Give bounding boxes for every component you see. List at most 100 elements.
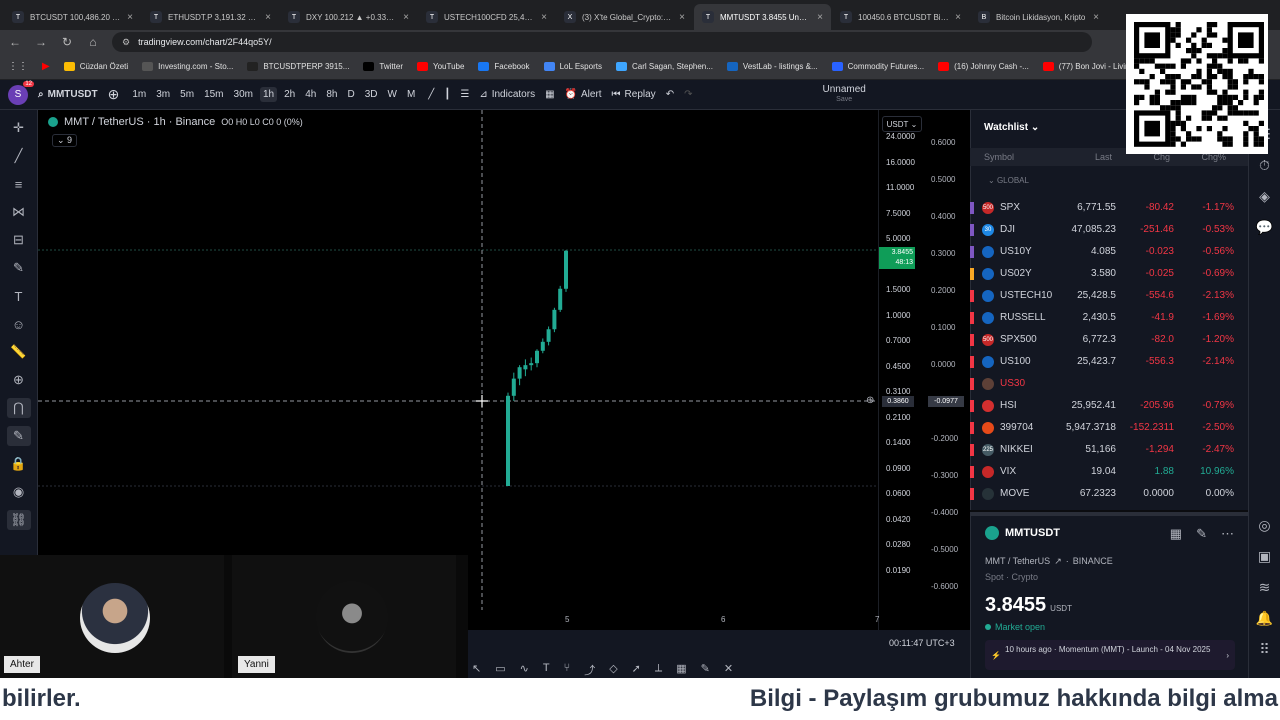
timeframe-m[interactable]: M — [404, 87, 418, 102]
arrow-icon[interactable]: ➚ — [632, 662, 641, 678]
compare-add-icon[interactable]: ⊕ — [108, 86, 120, 103]
site-info-icon[interactable]: ⚙ — [122, 37, 130, 48]
grid-view-icon[interactable]: ▦ — [1170, 526, 1182, 542]
ruler-icon[interactable]: 📏 — [7, 342, 31, 362]
bookmark-item[interactable]: YouTube — [416, 62, 464, 71]
magnet-icon[interactable]: ⋂ — [6, 398, 31, 418]
time-axis[interactable]: 5 6 7 — [468, 612, 879, 630]
watchlist-row[interactable]: MOVE 67.2323 0.0000 0.00% — [970, 483, 1248, 505]
timeframe-w[interactable]: W — [385, 87, 400, 102]
news-item[interactable]: ⚡ 10 hours ago · Momentum (MMT) - Launch… — [985, 640, 1235, 670]
price-axis[interactable]: 24.000016.000011.00007.50005.00002.30001… — [878, 110, 970, 630]
templates-icon[interactable]: ▦ — [545, 89, 554, 100]
watchlist-row[interactable]: US10Y 4.085 -0.023 -0.56% — [970, 241, 1248, 263]
emoji-icon[interactable]: ☺ — [7, 314, 31, 334]
edit-icon[interactable]: ✎ — [1196, 526, 1207, 542]
fib-icon[interactable]: ≡ — [7, 174, 31, 194]
crosshair-icon[interactable]: ✛ — [7, 118, 31, 138]
detail-symbol[interactable]: MMTUSDT — [1005, 527, 1060, 539]
bookmark-item[interactable]: VestLab - listings &... — [726, 62, 818, 71]
link-icon[interactable]: ⛓ — [6, 510, 31, 530]
bookmark-item[interactable]: BTCUSDTPERP 3915... — [247, 62, 349, 71]
close-tab-icon[interactable]: × — [955, 12, 961, 23]
watchlist-row[interactable]: US100 25,423.7 -556.3 -2.14% — [970, 351, 1248, 373]
browser-tab[interactable]: T USTECH100CFD 25,428.5 × — [418, 4, 555, 30]
browser-tab[interactable]: T DXY 100.212 ▲ +0.33% U × — [280, 4, 417, 30]
watchlist-row[interactable]: 225 NIKKEI 51,166 -1,294 -2.47% — [970, 439, 1248, 461]
bookmark-item[interactable]: Cüzdan Özeti — [63, 62, 128, 71]
close-tab-icon[interactable]: × — [541, 12, 547, 23]
bookmark-item[interactable]: Commodity Futures... — [831, 62, 924, 71]
timeframe-8h[interactable]: 8h — [323, 87, 340, 102]
close-tab-icon[interactable]: × — [679, 12, 685, 23]
bars-icon[interactable]: ☰ — [460, 89, 469, 100]
timeframe-2h[interactable]: 2h — [281, 87, 298, 102]
close-tab-icon[interactable]: × — [817, 12, 823, 23]
utc-clock[interactable]: 00:11:47 UTC+3 — [889, 638, 955, 648]
chart-canvas[interactable] — [38, 110, 878, 630]
rect-icon[interactable]: ▭ — [495, 662, 505, 678]
bookmark-item[interactable]: (77) Bon Jovi - Livin... — [1042, 62, 1136, 71]
measure-icon[interactable]: ⟂ — [655, 662, 662, 678]
timeframe-15m[interactable]: 15m — [201, 87, 226, 102]
timeframe-4h[interactable]: 4h — [302, 87, 319, 102]
chart-pane[interactable] — [38, 110, 878, 630]
timeframe-1m[interactable]: 1m — [129, 87, 149, 102]
currency-select[interactable]: USDT ⌄ — [882, 116, 922, 132]
grid-icon[interactable]: ▦ — [676, 662, 686, 678]
stay-drawing-icon[interactable]: ✎ — [6, 426, 31, 446]
bookmark-item[interactable]: (16) Johnny Cash -... — [938, 62, 1029, 71]
timeframe-5m[interactable]: 5m — [177, 87, 197, 102]
delete-icon[interactable]: ✕ — [724, 662, 733, 678]
external-link-icon[interactable]: ↗ — [1054, 556, 1062, 567]
indicators-collapse[interactable]: ⌄ 9 — [52, 134, 78, 147]
path-icon[interactable]: ⤴ — [584, 662, 595, 678]
forecast-icon[interactable]: ⊟ — [7, 230, 31, 250]
signal-icon[interactable]: ≋ — [1259, 579, 1271, 596]
bell-icon[interactable]: 🔔 — [1256, 610, 1273, 627]
watchlist-row[interactable]: US30 — [970, 373, 1248, 395]
shape-icon[interactable]: ◇ — [609, 662, 617, 678]
close-tab-icon[interactable]: × — [265, 12, 271, 23]
watchlist-row[interactable]: 500 SPX500 6,772.3 -82.0 -1.20% — [970, 329, 1248, 351]
bookmark-item[interactable]: Twitter — [363, 62, 403, 71]
url-field[interactable]: ⚙ tradingview.com/chart/2F44qo5Y/ — [112, 32, 1092, 52]
brush-icon[interactable]: ✎ — [701, 662, 710, 678]
home-icon[interactable]: ⌂ — [86, 35, 100, 49]
back-icon[interactable]: ← — [8, 35, 22, 49]
timeframe-30m[interactable]: 30m — [231, 87, 256, 102]
symbol-search[interactable]: ⌕ MMTUSDT — [38, 89, 98, 100]
watchlist-row[interactable]: VIX 19.04 1.88 10.96% — [970, 461, 1248, 483]
alerts-clock-icon[interactable]: ⏱ — [1259, 157, 1270, 174]
browser-tab[interactable]: T ETHUSDT.P 3,191.32 ▼ - × — [142, 4, 279, 30]
lock-icon[interactable]: 🔒 — [7, 454, 31, 474]
watchlist-row[interactable]: 500 SPX 6,771.55 -80.42 -1.17% — [970, 197, 1248, 219]
timeframe-3m[interactable]: 3m — [153, 87, 173, 102]
chat-icon[interactable]: 💬 — [1256, 219, 1273, 236]
close-tab-icon[interactable]: × — [1093, 12, 1099, 23]
forward-icon[interactable]: → — [34, 35, 48, 49]
calendar-icon[interactable]: ▣ — [1258, 548, 1271, 565]
apps-grid-icon[interactable]: ⠿ — [1259, 641, 1269, 658]
chart-type-icon[interactable]: ╱ — [428, 89, 434, 100]
timeframe-1h[interactable]: 1h — [259, 87, 278, 102]
text-tool-icon[interactable]: T — [543, 662, 550, 678]
add-alert-icon[interactable]: ⊕ — [866, 395, 874, 406]
youtube-bookmark-icon[interactable]: ▶ — [42, 61, 50, 72]
apps-icon[interactable]: ⋮⋮ — [8, 61, 28, 72]
fork-icon[interactable]: ⑂ — [564, 662, 571, 678]
browser-tab[interactable]: T BTCUSDT 100,486.20 ▼ - × — [4, 4, 141, 30]
redo-icon[interactable]: ↷ — [684, 89, 692, 100]
more-icon[interactable]: ⋯ — [1221, 526, 1234, 542]
close-tab-icon[interactable]: × — [127, 12, 133, 23]
reload-icon[interactable]: ↻ — [60, 35, 74, 49]
trendline-icon[interactable]: ╱ — [7, 146, 31, 166]
undo-icon[interactable]: ↶ — [666, 89, 674, 100]
brush-icon[interactable]: ✎ — [7, 258, 31, 278]
close-tab-icon[interactable]: × — [403, 12, 409, 23]
watchlist-row[interactable]: US02Y 3.580 -0.025 -0.69% — [970, 263, 1248, 285]
watchlist-group[interactable]: ⌄ GLOBAL — [988, 176, 1029, 185]
browser-tab[interactable]: X (3) X'te Global_Crypto: "@ × — [556, 4, 693, 30]
text-icon[interactable]: T — [7, 286, 31, 306]
watchlist-row[interactable]: 30 DJI 47,085.23 -251.46 -0.53% — [970, 219, 1248, 241]
